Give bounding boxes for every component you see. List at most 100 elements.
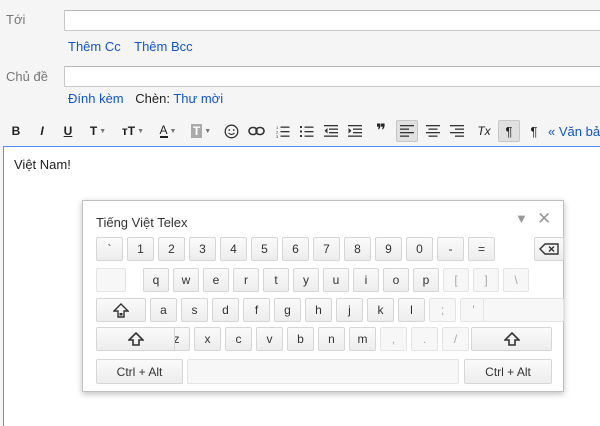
key-12-row2[interactable]: \ — [503, 268, 529, 292]
align-center-icon — [426, 125, 440, 137]
add-cc-link[interactable]: Thêm Cc — [68, 39, 121, 54]
key-6-row1[interactable]: 6 — [282, 237, 309, 261]
key-6-row3[interactable]: j — [336, 298, 363, 322]
key-12-row1[interactable]: = — [468, 237, 495, 261]
key-9-row2[interactable]: p — [413, 268, 439, 292]
key-9-row4[interactable]: / — [442, 327, 469, 351]
quote-button[interactable]: ❞ — [372, 120, 390, 142]
ctrl-alt-left-key[interactable]: Ctrl + Alt — [96, 359, 183, 384]
key-11-row1[interactable]: - — [437, 237, 464, 261]
key-1-row3[interactable]: s — [181, 298, 208, 322]
shift-left-key[interactable] — [96, 327, 175, 351]
remove-formatting-button[interactable]: Tx — [474, 120, 494, 142]
key-6-row4[interactable]: m — [349, 327, 376, 351]
key-4-row2[interactable]: t — [263, 268, 289, 292]
add-bcc-link[interactable]: Thêm Bcc — [134, 39, 193, 54]
key-2-row1[interactable]: 2 — [158, 237, 185, 261]
enter-key[interactable] — [483, 298, 564, 322]
key-5-row1[interactable]: 5 — [251, 237, 278, 261]
font-caret-icon: ▼ — [99, 127, 107, 135]
font-button[interactable]: T ▼ — [86, 120, 110, 142]
key-3-row3[interactable]: f — [243, 298, 270, 322]
triangle-down-icon[interactable]: ▼ — [515, 211, 528, 226]
ctrl-alt-right-key[interactable]: Ctrl + Alt — [464, 359, 552, 384]
key-3-row2[interactable]: r — [233, 268, 259, 292]
remove-formatting-icon: Tx — [477, 124, 491, 138]
tab-key[interactable] — [96, 268, 126, 292]
to-field[interactable] — [64, 10, 600, 31]
key-2-row4[interactable]: c — [225, 327, 252, 351]
align-center-button[interactable] — [424, 120, 442, 142]
underline-button[interactable]: U — [60, 120, 76, 142]
color-caret-icon: ▼ — [169, 127, 177, 135]
numbered-list-button[interactable]: 123 — [274, 120, 292, 142]
highlight-caret-icon: ▼ — [204, 127, 212, 135]
attach-link[interactable]: Đính kèm — [68, 91, 124, 106]
key-1-row2[interactable]: w — [173, 268, 199, 292]
key-7-row4[interactable]: , — [380, 327, 407, 351]
align-left-button[interactable] — [396, 120, 418, 142]
key-0-row1[interactable]: ` — [96, 237, 123, 261]
key-4-row4[interactable]: b — [287, 327, 314, 351]
size-caret-icon: ▼ — [137, 127, 145, 135]
numbered-list-icon: 123 — [276, 125, 290, 138]
key-9-row3[interactable]: ; — [429, 298, 456, 322]
svg-text:3: 3 — [276, 134, 279, 138]
key-8-row3[interactable]: l — [398, 298, 425, 322]
key-0-row3[interactable]: a — [150, 298, 177, 322]
space-key[interactable] — [187, 359, 459, 384]
shift-right-key[interactable] — [471, 327, 552, 351]
key-2-row3[interactable]: d — [212, 298, 239, 322]
key-5-row4[interactable]: n — [318, 327, 345, 351]
key-8-row1[interactable]: 8 — [344, 237, 371, 261]
highlight-button[interactable]: T ▼ — [188, 120, 214, 142]
ltr-button[interactable]: ¶ — [526, 120, 542, 142]
italic-button[interactable]: I — [34, 120, 50, 142]
indent-less-button[interactable] — [322, 120, 340, 142]
invitation-link[interactable]: Thư mời — [173, 91, 223, 106]
key-1-row4[interactable]: x — [194, 327, 221, 351]
bulleted-list-button[interactable] — [298, 120, 316, 142]
cc-bcc-links: Thêm Cc Thêm Bcc — [68, 39, 203, 54]
key-5-row2[interactable]: y — [293, 268, 319, 292]
key-8-row4[interactable]: . — [411, 327, 438, 351]
key-7-row1[interactable]: 7 — [313, 237, 340, 261]
key-7-row3[interactable]: k — [367, 298, 394, 322]
key-4-row3[interactable]: g — [274, 298, 301, 322]
key-10-row2[interactable]: [ — [443, 268, 469, 292]
indent-more-button[interactable] — [346, 120, 364, 142]
key-10-row1[interactable]: 0 — [406, 237, 433, 261]
align-left-icon — [400, 125, 414, 137]
close-icon[interactable]: ✕ — [537, 209, 551, 229]
key-11-row2[interactable]: ] — [473, 268, 499, 292]
key-9-row1[interactable]: 9 — [375, 237, 402, 261]
key-3-row1[interactable]: 3 — [189, 237, 216, 261]
link-button[interactable] — [246, 120, 266, 142]
caps-lock-icon — [113, 302, 129, 318]
caps-lock-key[interactable] — [96, 298, 146, 322]
key-0-row2[interactable]: q — [143, 268, 169, 292]
rtl-button[interactable]: ¶ — [498, 120, 520, 142]
shift-icon — [127, 332, 144, 346]
subject-field[interactable] — [64, 66, 600, 87]
key-6-row2[interactable]: u — [323, 268, 349, 292]
align-right-button[interactable] — [448, 120, 466, 142]
plain-text-link[interactable]: « Văn bản — [548, 120, 600, 142]
text-color-button[interactable]: A ▼ — [154, 120, 182, 142]
backspace-key[interactable] — [534, 237, 564, 261]
indent-more-icon — [348, 125, 362, 137]
key-1-row1[interactable]: 1 — [127, 237, 154, 261]
key-7-row2[interactable]: i — [353, 268, 379, 292]
attach-row: Đính kèm Chèn: Thư mời — [68, 91, 223, 106]
format-toolbar: B I U T ▼ тT ▼ A ▼ T ▼ 123 ❞ Tx ¶ ¶ « Văn bả… — [0, 118, 600, 144]
backspace-icon — [539, 243, 559, 255]
emoji-button[interactable] — [222, 120, 240, 142]
key-5-row3[interactable]: h — [305, 298, 332, 322]
insert-label: Chèn: — [135, 91, 170, 106]
key-2-row2[interactable]: e — [203, 268, 229, 292]
size-button[interactable]: тT ▼ — [118, 120, 148, 142]
bold-button[interactable]: B — [8, 120, 24, 142]
key-3-row4[interactable]: v — [256, 327, 283, 351]
key-8-row2[interactable]: o — [383, 268, 409, 292]
key-4-row1[interactable]: 4 — [220, 237, 247, 261]
